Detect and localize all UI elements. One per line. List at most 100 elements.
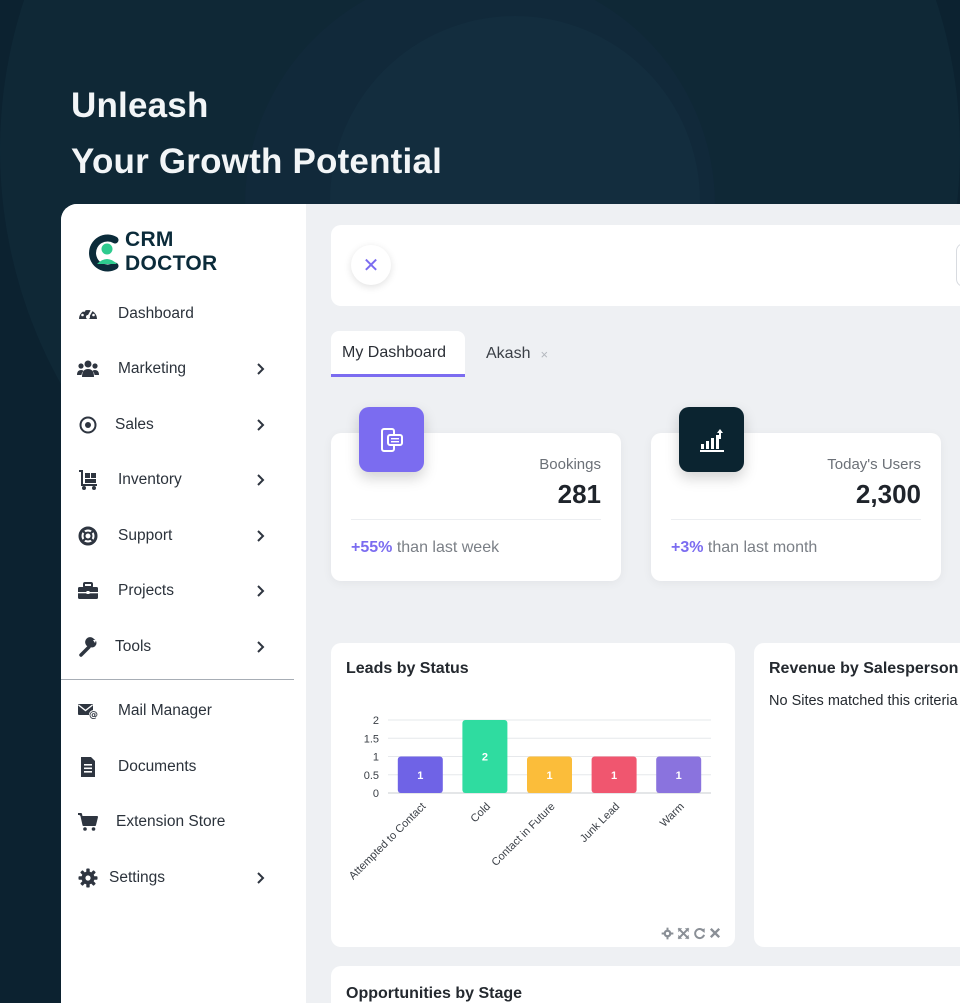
leads-bar-chart: 0 0.5 1 1.5 2 1 Attempted to Contact 2 Cold 1 Cont… xyxy=(347,715,711,883)
svg-text:@: @ xyxy=(89,711,98,721)
gear-icon xyxy=(77,867,99,889)
target-icon xyxy=(77,414,99,436)
chevron-right-icon xyxy=(251,360,269,378)
wrench-icon xyxy=(77,636,99,658)
stat-card-todays-users: Today's Users 2,300 +3% than last month xyxy=(651,407,941,581)
stat-label: Bookings xyxy=(539,456,601,473)
sidebar-item-label: Dashboard xyxy=(118,305,194,322)
x-tick-label: Warm xyxy=(658,801,687,830)
x-tick-label: Attempted to Contact xyxy=(347,801,429,883)
tab-my-dashboard[interactable]: My Dashboard xyxy=(331,331,465,377)
panel-title: Revenue by Salesperson xyxy=(769,660,959,677)
stat-note: than last week xyxy=(392,539,500,556)
sidebar-item-label: Mail Manager xyxy=(118,702,212,719)
sidebar-item-extension-store[interactable]: Extension Store xyxy=(77,804,277,840)
stat-card-bookings: Bookings 281 +55% than last week xyxy=(331,407,621,581)
stat-footer: +55% than last week xyxy=(351,539,499,557)
life-ring-icon xyxy=(77,525,99,547)
hero-line-1: Unleash xyxy=(71,86,209,125)
sidebar-divider xyxy=(61,679,294,680)
stat-delta: +55% xyxy=(351,539,393,556)
document-icon xyxy=(77,756,99,778)
empty-state-message: No Sites matched this criteria xyxy=(769,693,958,709)
sidebar-item-projects[interactable]: Projects xyxy=(77,573,277,609)
y-tick-label: 2 xyxy=(373,715,379,727)
x-tick-label: Contact in Future xyxy=(489,801,557,869)
stat-value: 281 xyxy=(557,479,601,509)
sidebar-item-settings[interactable]: Settings xyxy=(77,860,277,896)
stat-divider xyxy=(671,519,921,520)
users-group-icon xyxy=(77,358,99,380)
panel-title: Leads by Status xyxy=(346,660,469,677)
y-tick-label: 0.5 xyxy=(364,770,379,782)
close-button[interactable]: ✕ xyxy=(351,245,391,285)
sidebar-item-label: Support xyxy=(118,527,173,544)
panel-tools xyxy=(661,927,721,943)
sidebar-item-label: Extension Store xyxy=(116,813,226,830)
revenue-by-salesperson-panel: Revenue by Salesperson No Sites matched … xyxy=(754,643,960,947)
panel-close-icon[interactable] xyxy=(709,927,721,943)
sidebar-item-label: Marketing xyxy=(118,360,187,377)
chevron-right-icon xyxy=(251,638,269,656)
x-tick-label: Cold xyxy=(469,801,493,825)
tab-label: My Dashboard xyxy=(342,343,447,361)
sidebar-item-label: Projects xyxy=(118,582,174,599)
opportunities-by-stage-panel: Opportunities by Stage xyxy=(331,966,960,1003)
sidebar-item-label: Documents xyxy=(118,758,197,775)
topbar-action-button[interactable] xyxy=(956,243,960,287)
y-tick-label: 0 xyxy=(373,788,379,800)
stat-note: than last month xyxy=(703,539,818,556)
panel-refresh-icon[interactable] xyxy=(693,927,706,943)
chevron-right-icon xyxy=(251,471,269,489)
mail-at-icon: @ xyxy=(77,700,99,722)
y-tick-label: 1.5 xyxy=(364,733,379,745)
chevron-right-icon xyxy=(251,582,269,600)
bar-data-label: 1 xyxy=(611,770,617,782)
chevron-right-icon xyxy=(251,527,269,545)
sidebar-item-label: Inventory xyxy=(118,471,182,488)
dolly-icon xyxy=(77,469,99,491)
sidebar-item-support[interactable]: Support xyxy=(77,518,277,554)
stat-footer: +3% than last month xyxy=(671,539,817,557)
app-window: CRM DOCTOR Dashboard Marketing Sales Inv… xyxy=(61,204,960,1003)
brand-line-2: DOCTOR xyxy=(125,252,218,275)
sidebar-item-documents[interactable]: Documents xyxy=(77,749,277,785)
sidebar-item-marketing[interactable]: Marketing xyxy=(77,351,277,387)
panel-expand-icon[interactable] xyxy=(677,927,690,943)
chevron-right-icon xyxy=(251,869,269,887)
crm-doctor-logo-icon xyxy=(85,230,121,274)
sidebar-item-mail-manager[interactable]: @ Mail Manager xyxy=(77,693,277,729)
hero-heading: Unleash Your Growth Potential xyxy=(71,78,442,190)
booking-icon xyxy=(359,407,424,472)
brand-logo[interactable]: CRM DOCTOR xyxy=(85,228,217,276)
tab-close-icon[interactable]: × xyxy=(540,347,548,362)
growth-chart-icon xyxy=(679,407,744,472)
hero-line-2: Your Growth Potential xyxy=(71,142,443,181)
stat-label: Today's Users xyxy=(827,456,921,473)
tab-label: Akash xyxy=(486,345,531,362)
panel-title: Opportunities by Stage xyxy=(346,985,523,1002)
sidebar: CRM DOCTOR Dashboard Marketing Sales Inv… xyxy=(61,204,306,1003)
sidebar-item-inventory[interactable]: Inventory xyxy=(77,462,277,498)
x-tick-label: Junk Lead xyxy=(578,801,622,845)
bar-data-label: 1 xyxy=(417,770,423,782)
top-bar: ✕ xyxy=(331,225,960,306)
sidebar-item-tools[interactable]: Tools xyxy=(77,629,277,665)
bar-data-label: 1 xyxy=(546,770,552,782)
sidebar-item-label: Tools xyxy=(115,638,152,655)
y-tick-label: 1 xyxy=(373,752,379,764)
stat-divider xyxy=(351,519,601,520)
close-icon: ✕ xyxy=(362,254,380,277)
cart-icon xyxy=(77,811,99,833)
stat-delta: +3% xyxy=(671,539,704,556)
sidebar-item-sales[interactable]: Sales xyxy=(77,407,277,443)
panel-settings-icon[interactable] xyxy=(661,927,674,943)
leads-by-status-panel: Leads by Status 0 0.5 1 1.5 2 1 Attempted to C… xyxy=(331,643,735,947)
chevron-right-icon xyxy=(251,416,269,434)
sidebar-item-dashboard[interactable]: Dashboard xyxy=(77,296,277,332)
tab-akash[interactable]: Akash × xyxy=(486,331,548,377)
sidebar-item-label: Settings xyxy=(109,869,166,886)
stat-value: 2,300 xyxy=(855,479,921,509)
bar-data-label: 1 xyxy=(676,770,682,782)
bar-data-label: 2 xyxy=(482,752,488,764)
